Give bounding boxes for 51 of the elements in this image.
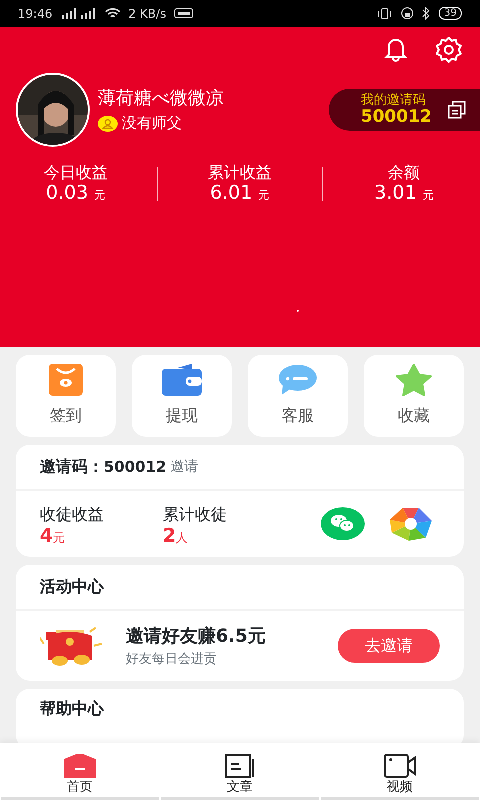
invite-button[interactable]: 去邀请 xyxy=(338,629,440,663)
user-badge-icon xyxy=(98,116,118,132)
status-time: 19:46 xyxy=(18,6,53,22)
chat-icon xyxy=(278,364,318,396)
invite-code: 500012 xyxy=(361,108,432,128)
document-icon xyxy=(224,754,256,778)
unit-label: 元 xyxy=(94,189,106,202)
battery-icon: 39 xyxy=(439,7,462,20)
stat-label: 收徒收益 xyxy=(40,504,105,526)
wifi-icon xyxy=(104,8,121,20)
stat-value: 2人 xyxy=(163,526,190,546)
tab-button[interactable]: 文章 xyxy=(160,746,320,797)
vibrate-icon xyxy=(377,8,394,20)
tab-button[interactable]: 首页 xyxy=(0,746,160,797)
invite-code-label: 我的邀请码 xyxy=(361,92,428,108)
invite-code-label: 邀请码： xyxy=(40,456,104,478)
copy-icon[interactable] xyxy=(448,101,466,119)
wallet-icon xyxy=(162,364,202,396)
star-icon xyxy=(393,364,435,396)
stat-label: 累计收徒 xyxy=(163,504,228,526)
stat-value: 4元 xyxy=(40,526,66,546)
section-title: 活动中心 xyxy=(40,576,104,598)
stat-value: 0.03 xyxy=(46,182,88,204)
stat-label: 累计收益 xyxy=(206,163,273,182)
section-title: 帮助中心 xyxy=(40,699,104,718)
quick-action-button[interactable]: 收藏 xyxy=(364,355,464,437)
tab-button[interactable]: 视频 xyxy=(320,746,480,797)
signal-icon xyxy=(60,8,97,19)
user-name: 薄荷糖べ微微凉 xyxy=(98,87,225,112)
unit-label: 元 xyxy=(258,189,270,202)
unit-label: 元 xyxy=(422,189,434,202)
stat-label: 今日收益 xyxy=(42,163,109,182)
network-speed: 2 KB/s xyxy=(128,6,166,22)
envelope-icon xyxy=(49,364,83,396)
master-status: 没有师父 xyxy=(122,113,182,134)
camera-shutter-icon[interactable] xyxy=(390,507,432,541)
activity-subtitle: 好友每日会进贡 xyxy=(126,650,218,669)
invite-code-panel[interactable]: 我的邀请码 500012 xyxy=(329,88,480,132)
bluetooth-icon xyxy=(422,7,432,20)
activity-headline: 邀请好友赚6.5元 xyxy=(126,624,267,649)
quick-action-button[interactable]: 签到 xyxy=(16,355,116,437)
quick-action-button[interactable]: 提现 xyxy=(132,355,232,437)
settings-icon[interactable] xyxy=(434,35,464,65)
video-camera-icon xyxy=(384,754,416,778)
stat-value: 6.01 xyxy=(210,182,253,204)
stat-value: 3.01 xyxy=(374,182,417,204)
invite-code: 500012 xyxy=(104,456,167,478)
invite-link[interactable]: 邀请 xyxy=(170,456,199,478)
quick-action-button[interactable]: 客服 xyxy=(248,355,348,437)
home-icon xyxy=(64,754,96,778)
stat-label: 余额 xyxy=(387,163,422,182)
